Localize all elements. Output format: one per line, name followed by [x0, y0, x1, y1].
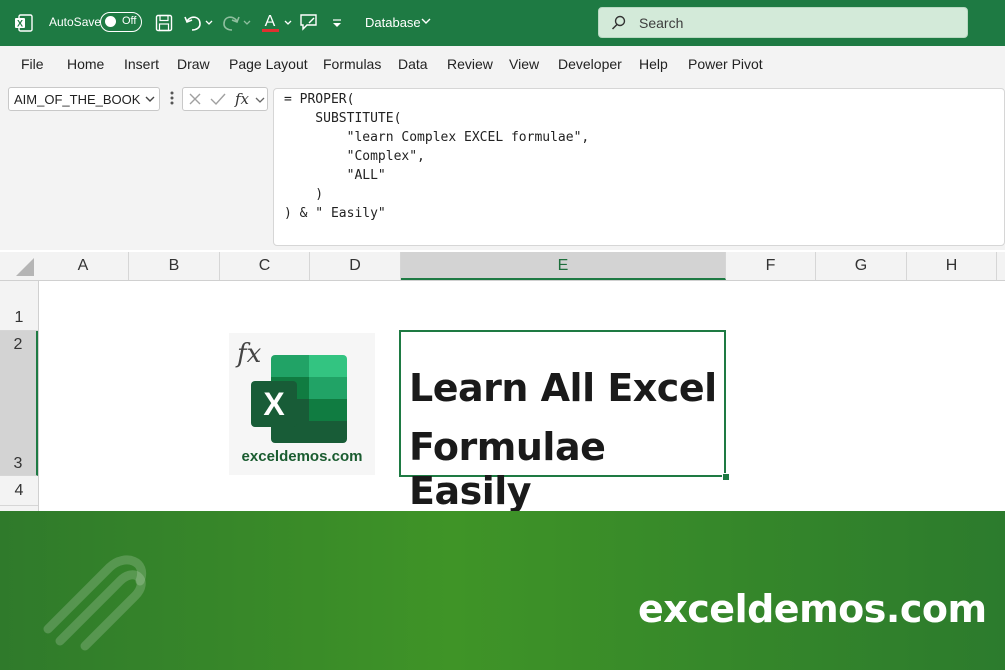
row-headers: 1 2 3 4 — [0, 281, 39, 511]
paperclip-icon — [43, 555, 147, 651]
name-box[interactable]: AIM_OF_THE_BOOK — [8, 87, 160, 111]
footer-brand-text: exceldemos.com — [638, 587, 987, 631]
column-header-d[interactable]: D — [310, 252, 401, 280]
ribbon-tabs: File Home Insert Draw Page Layout Formul… — [0, 46, 1005, 81]
title-bar: X AutoSave Off A Database Search — [0, 0, 1005, 46]
redo-icon[interactable] — [221, 13, 253, 33]
tab-insert[interactable]: Insert — [124, 56, 159, 72]
column-header-e[interactable]: E — [401, 252, 726, 280]
formula-line: ) — [284, 187, 324, 202]
column-header-b[interactable]: B — [129, 252, 220, 280]
formula-line: "ALL" — [284, 168, 386, 183]
svg-text:X: X — [17, 19, 23, 29]
autosave-toggle[interactable]: Off — [100, 12, 142, 32]
tab-developer[interactable]: Developer — [558, 56, 622, 72]
chevron-down-icon[interactable] — [420, 17, 432, 27]
footer-banner: exceldemos.com — [0, 511, 1005, 670]
tab-power-pivot[interactable]: Power Pivot — [688, 56, 763, 72]
customize-toolbar-icon[interactable] — [331, 17, 343, 29]
name-box-value: AIM_OF_THE_BOOK — [14, 92, 141, 107]
column-header-h[interactable]: H — [907, 252, 997, 280]
tab-draw[interactable]: Draw — [177, 56, 210, 72]
excel-x-icon: X — [251, 381, 297, 427]
select-all-corner[interactable] — [0, 252, 38, 280]
save-icon[interactable] — [155, 14, 173, 32]
chevron-down-icon[interactable] — [144, 95, 156, 105]
document-name[interactable]: Database — [365, 15, 421, 30]
row-header-2-3[interactable]: 2 3 — [0, 331, 38, 476]
excel-app-icon[interactable]: X — [14, 13, 34, 33]
formula-line: "learn Complex EXCEL formulae", — [284, 130, 590, 145]
autosave-state: Off — [122, 15, 137, 27]
tab-formulas[interactable]: Formulas — [323, 56, 381, 72]
formula-buttons: fx — [182, 87, 268, 111]
autosave-label: AutoSave — [49, 15, 102, 29]
fill-handle[interactable] — [722, 473, 730, 481]
cancel-icon[interactable] — [188, 92, 202, 106]
formula-input[interactable]: = PROPER( SUBSTITUTE( "learn Complex EXC… — [273, 88, 1005, 246]
excel-logo-image: fx X exceldemos.com — [229, 333, 375, 475]
svg-text:A: A — [265, 13, 276, 30]
tab-home[interactable]: Home — [67, 56, 104, 72]
tab-file[interactable]: File — [21, 56, 44, 72]
toggle-knob — [105, 16, 116, 27]
tab-data[interactable]: Data — [398, 56, 428, 72]
insert-function-button[interactable]: fx — [235, 90, 249, 108]
column-header-f[interactable]: F — [726, 252, 816, 280]
search-icon — [611, 15, 626, 30]
selected-cell-e2[interactable]: Learn All Excel Formulae Easily — [399, 330, 726, 513]
column-header-a[interactable]: A — [38, 252, 129, 280]
chevron-down-icon[interactable] — [254, 96, 266, 106]
column-headers: A B C D E F G H — [0, 252, 1005, 281]
formula-line: SUBSTITUTE( — [284, 111, 402, 126]
formula-line: "Complex", — [284, 149, 425, 164]
row-label-2: 2 — [13, 336, 23, 353]
formula-line: ) & " Easily" — [284, 206, 386, 221]
enter-check-icon[interactable] — [210, 92, 226, 106]
row-label-3: 3 — [13, 455, 23, 472]
font-color-icon[interactable]: A — [261, 12, 295, 34]
tab-help[interactable]: Help — [639, 56, 668, 72]
formula-bar-area: AIM_OF_THE_BOOK fx = PROPER( SUBSTITUTE(… — [0, 80, 1005, 250]
logo-fx-text: fx — [237, 339, 262, 369]
column-header-c[interactable]: C — [220, 252, 310, 280]
undo-icon[interactable] — [183, 13, 215, 33]
formula-line: = PROPER( — [284, 92, 355, 107]
column-header-g[interactable]: G — [816, 252, 907, 280]
row-header-4[interactable]: 4 — [0, 476, 38, 506]
cell-text-line-1: Learn All Excel — [409, 366, 717, 410]
comment-pen-icon[interactable] — [299, 13, 319, 33]
cell-text-line-2: Formulae Easily — [409, 425, 606, 513]
more-options-icon[interactable] — [169, 91, 175, 107]
tab-view[interactable]: View — [509, 56, 539, 72]
row-header-1[interactable]: 1 — [0, 281, 38, 331]
select-all-triangle — [16, 258, 34, 276]
search-box[interactable]: Search — [598, 7, 968, 38]
search-placeholder: Search — [639, 15, 684, 31]
tab-review[interactable]: Review — [447, 56, 493, 72]
tab-page-layout[interactable]: Page Layout — [229, 56, 308, 72]
logo-caption: exceldemos.com — [241, 448, 363, 465]
